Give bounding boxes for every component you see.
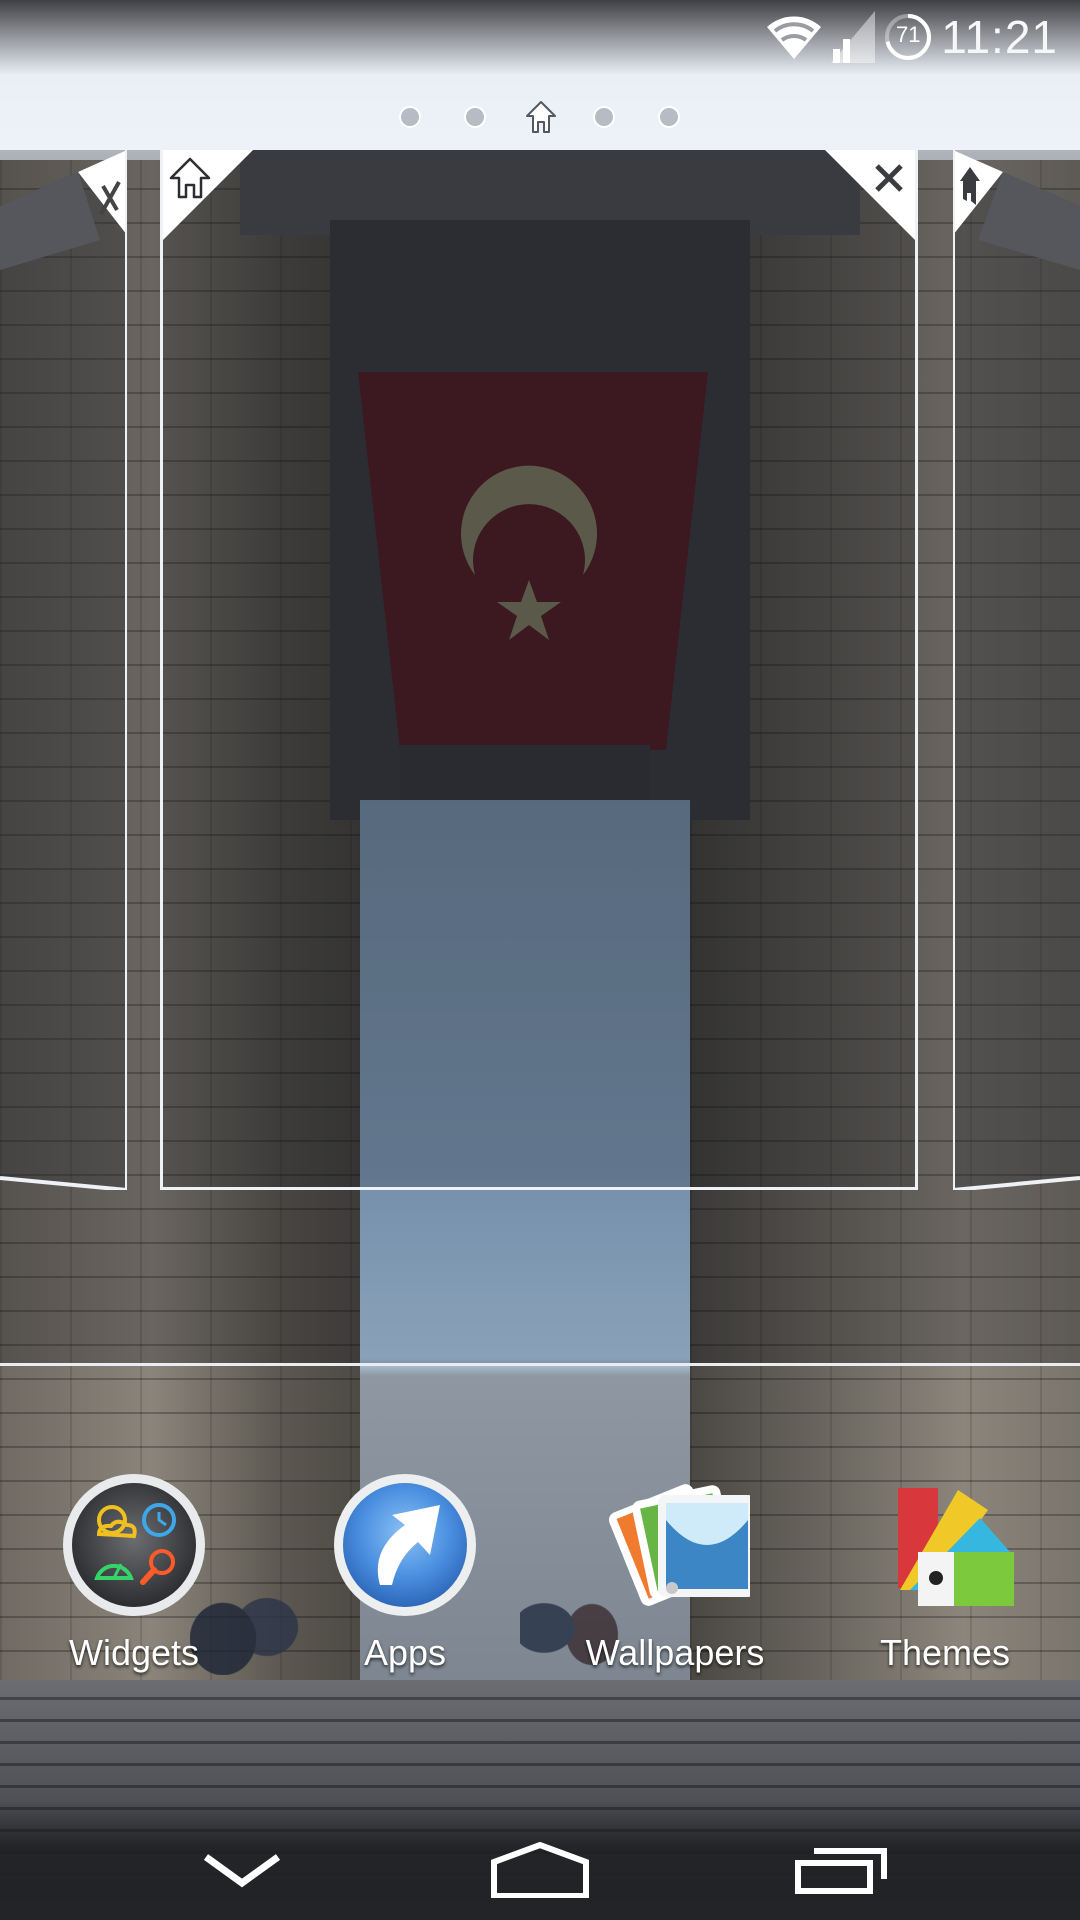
wallpapers-icon (608, 1484, 750, 1606)
home-button[interactable] (470, 1830, 610, 1910)
home-icon[interactable] (958, 165, 982, 207)
page-dot[interactable] (593, 106, 615, 128)
navigation-bar (0, 1800, 1080, 1920)
apps-icon (334, 1474, 476, 1616)
panel-frame (0, 150, 127, 1190)
back-chevron-icon (203, 1854, 281, 1888)
battery-indicator: 71 (883, 12, 933, 62)
wallpaper-preview-edge (0, 1363, 1080, 1366)
dock-item-apps[interactable]: Apps (295, 1470, 515, 1680)
home-screen-panel-right[interactable] (953, 150, 1080, 1190)
dock-item-wallpapers[interactable]: Wallpapers (565, 1470, 785, 1680)
cell-signal-icon (831, 11, 876, 63)
status-bar: 71 11:21 (0, 0, 1080, 75)
recents-button[interactable] (772, 1830, 912, 1910)
themes-icon (898, 1488, 1014, 1606)
dock-label: Apps (363, 1632, 447, 1673)
page-dot[interactable] (464, 106, 486, 128)
page-dot[interactable] (399, 106, 421, 128)
close-icon[interactable] (873, 162, 905, 194)
dock-item-themes[interactable]: Themes (835, 1470, 1055, 1680)
home-screen-panel-center[interactable] (160, 150, 918, 1190)
status-icons: 71 11:21 (765, 10, 1058, 64)
dock-item-widgets[interactable]: Widgets (24, 1470, 244, 1680)
panel-frame (953, 150, 1080, 1190)
home-icon[interactable] (168, 156, 212, 200)
clock: 11:21 (941, 11, 1058, 63)
home-icon (491, 1842, 589, 1898)
home-page-indicator-icon[interactable] (525, 100, 557, 134)
dock-label: Themes (879, 1632, 1011, 1673)
page-dot[interactable] (658, 106, 680, 128)
dock-label: Wallpapers (585, 1632, 765, 1673)
dock-label: Widgets (68, 1632, 200, 1673)
wifi-icon (767, 16, 822, 59)
page-indicator (395, 100, 695, 136)
battery-level: 71 (896, 22, 921, 47)
widgets-icon (63, 1474, 205, 1616)
home-screen-panel-left[interactable] (0, 150, 127, 1190)
back-button[interactable] (172, 1830, 312, 1910)
recents-icon (795, 1848, 887, 1894)
close-icon[interactable] (97, 180, 123, 216)
